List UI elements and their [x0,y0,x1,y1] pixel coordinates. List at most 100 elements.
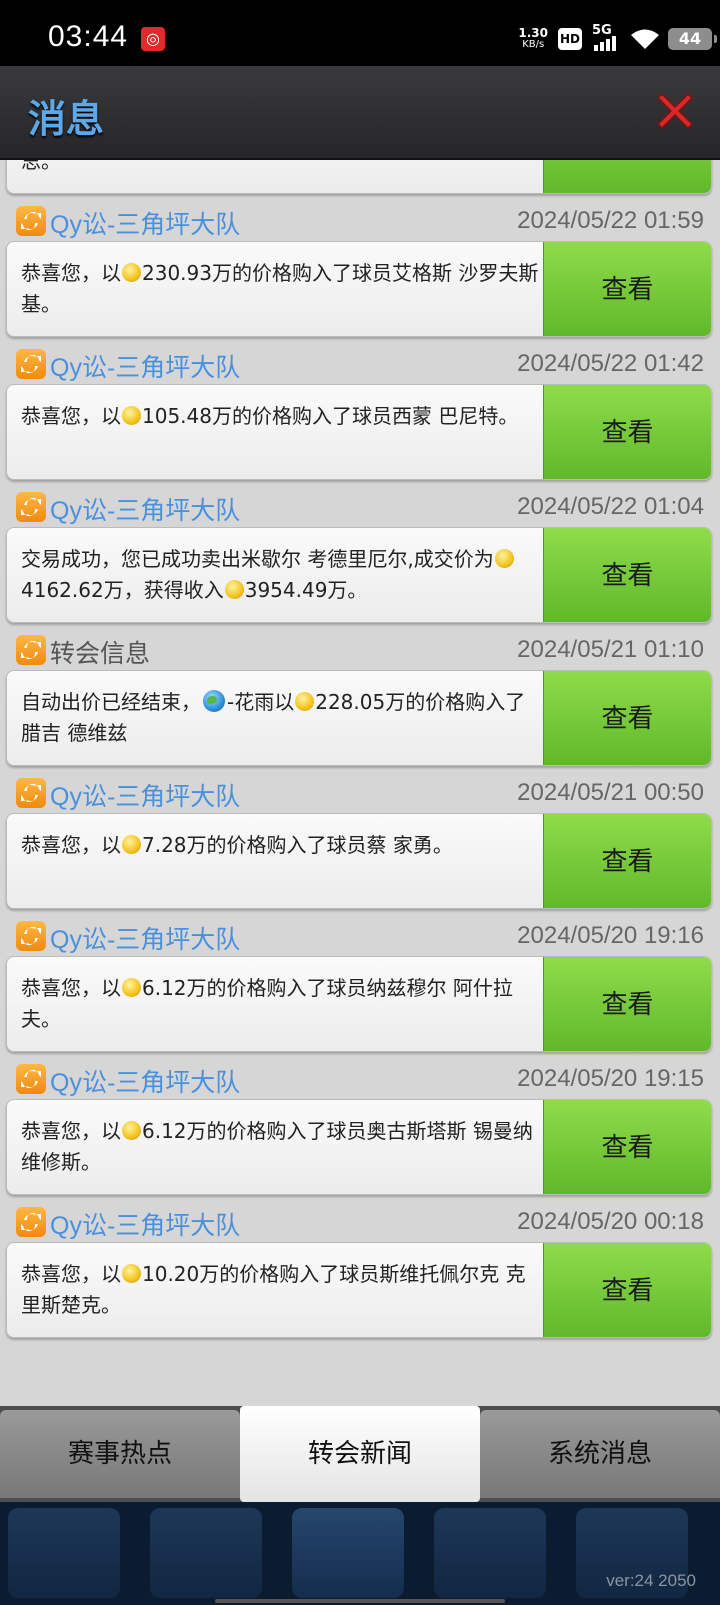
message-date: 2024/05/21 01:10 [517,636,704,663]
view-button[interactable]: 查看 [543,242,711,336]
message-entry: 恭喜您，以29.72万的价格购入了球员默文 福克斯沃思。查看 [0,160,720,203]
message-list[interactable]: 恭喜您，以29.72万的价格购入了球员默文 福克斯沃思。查看Qy讼-三角坪大队2… [0,160,720,1406]
message-text: 恭喜您，以 6.12万的价格购入了球员纳兹穆尔 阿什拉夫。 [21,973,539,1035]
message-sender[interactable]: Qy讼-三角坪大队 [50,491,240,527]
message-sender[interactable]: 转会信息 [50,634,150,670]
transfer-refresh-icon [16,492,46,522]
status-time: 03:44 [48,20,129,53]
message-card: 恭喜您，以29.72万的价格购入了球员默文 福克斯沃思。查看 [6,160,712,194]
message-date: 2024/05/20 19:15 [517,1065,704,1092]
view-button[interactable]: 查看 [543,814,711,908]
message-sender[interactable]: Qy讼-三角坪大队 [50,777,240,813]
message-text-segment: 恭喜您，以 [21,1119,121,1143]
title-bar: 消息 [0,66,720,160]
status-bar: 03:44 ◎ 1.30 KB/s HD 5G 44 [0,0,720,66]
message-date: 2024/05/20 19:16 [517,922,704,949]
transfer-refresh-icon [16,635,46,665]
message-text-segment: 3954.49万。 [244,578,368,602]
view-button[interactable]: 查看 [543,528,711,622]
status-indicators: 1.30 KB/s HD 5G 44 [518,23,717,54]
message-card: 恭喜您，以 10.20万的价格购入了球员斯维托佩尔克 克里斯楚克。 查看 [6,1242,712,1338]
message-sender[interactable]: Qy讼-三角坪大队 [50,920,240,956]
message-date: 2024/05/22 01:04 [517,493,704,520]
message-text-segment: 恭喜您，以 [21,1262,121,1286]
message-sender[interactable]: Qy讼-三角坪大队 [50,1063,240,1099]
message-text: 恭喜您，以 7.28万的价格购入了球员蔡 家勇。 [21,830,539,861]
message-sender[interactable]: Qy讼-三角坪大队 [50,1206,240,1242]
message-entry: Qy讼-三角坪大队 2024/05/22 01:42 恭喜您，以 105.48万的价格… [0,346,720,489]
message-card: 恭喜您，以 6.12万的价格购入了球员纳兹穆尔 阿什拉夫。 查看 [6,956,712,1052]
match-nav-icon[interactable] [434,1508,546,1598]
view-button[interactable]: 查看 [543,1100,711,1194]
message-text: 恭喜您，以 230.93万的价格购入了球员艾格斯 沙罗夫斯基。 [21,258,539,320]
transfer-refresh-icon [16,1064,46,1094]
coin-icon [122,835,141,854]
message-text-segment: 恭喜您，以 [21,833,121,857]
netease-music-icon: ◎ [141,27,165,51]
transfer-refresh-icon [16,778,46,808]
market-nav-icon[interactable] [150,1508,262,1598]
tab-bar: 赛事热点 转会新闻 系统消息 [0,1406,720,1502]
message-text: 交易成功，您已成功卖出米歇尔 考德里厄尔,成交价为 4162.62万，获得收入 39… [21,544,539,606]
message-date: 2024/05/20 00:18 [517,1208,704,1235]
tab-transfer-news[interactable]: 转会新闻 [240,1406,480,1502]
message-entry: Qy讼-三角坪大队 2024/05/20 19:15 恭喜您，以 6.12万的价格购入… [0,1061,720,1204]
tab-system-messages[interactable]: 系统消息 [480,1410,720,1498]
battery-icon: 44 [668,28,717,50]
network-speed: 1.30 KB/s [518,27,548,51]
view-button[interactable]: 查看 [543,671,711,765]
message-header: Qy讼-三角坪大队 2024/05/20 19:15 [6,1061,712,1097]
message-header: Qy讼-三角坪大队 2024/05/21 00:50 [6,775,712,811]
network-speed-value: 1.30 [518,26,548,40]
coin-icon [122,978,141,997]
message-entry: Qy讼-三角坪大队 2024/05/22 01:04 交易成功，您已成功卖出米歇尔 … [0,489,720,632]
coin-icon [122,1121,141,1140]
message-header: Qy讼-三角坪大队 2024/05/20 00:18 [6,1204,712,1240]
transfer-refresh-icon [16,206,46,236]
message-sender[interactable]: Qy讼-三角坪大队 [50,205,240,241]
message-text: 恭喜您，以 10.20万的价格购入了球员斯维托佩尔克 克里斯楚克。 [21,1259,539,1321]
message-card: 自动出价已经结束， -花雨以 228.05万的价格购入了腊吉 德维兹 查看 [6,670,712,766]
message-card: 恭喜您，以 105.48万的价格购入了球员西蒙 巴尼特。 查看 [6,384,712,480]
transfer-refresh-icon [16,921,46,951]
view-button[interactable]: 查看 [543,1243,711,1337]
message-header: Qy讼-三角坪大队 2024/05/20 19:16 [6,918,712,954]
view-button[interactable]: 查看 [543,160,711,193]
tab-hot-events[interactable]: 赛事热点 [0,1410,240,1498]
message-text-segment: 4162.62万，获得收入 [21,578,224,602]
coin-icon [224,580,244,599]
network-speed-unit: KB/s [522,39,545,50]
view-button[interactable]: 查看 [543,957,711,1051]
home-indicator[interactable] [215,1599,505,1603]
message-header: Qy讼-三角坪大队 2024/05/22 01:42 [6,346,712,382]
team-nav-icon[interactable] [292,1508,404,1598]
transfer-refresh-icon [16,349,46,379]
coin-icon [122,406,141,425]
close-icon[interactable] [652,88,698,134]
message-text: 自动出价已经结束， -花雨以 228.05万的价格购入了腊吉 德维兹 [21,687,539,749]
transfer-refresh-icon [16,1207,46,1237]
view-button[interactable]: 查看 [543,385,711,479]
message-card: 交易成功，您已成功卖出米歇尔 考德里厄尔,成交价为 4162.62万，获得收入 39… [6,527,712,623]
message-entry: Qy讼-三角坪大队 2024/05/22 01:59 恭喜您，以 230.93万的价格… [0,203,720,346]
message-text-segment: 恭喜您，以 [21,261,121,285]
message-entry: 转会信息 2024/05/21 01:10 自动出价已经结束， -花雨以 228.05万… [0,632,720,775]
message-header: Qy讼-三角坪大队 2024/05/22 01:59 [6,203,712,239]
coin-icon [122,263,141,282]
message-text: 恭喜您，以 6.12万的价格购入了球员奥古斯塔斯 锡曼纳维修斯。 [21,1116,539,1178]
home-nav-icon[interactable] [8,1508,120,1598]
coin-icon [295,692,315,711]
message-sender[interactable]: Qy讼-三角坪大队 [50,348,240,384]
wifi-icon [631,29,659,49]
signal-5g-icon: 5G [592,23,620,51]
message-text-segment: 自动出价已经结束， [21,690,201,714]
message-text: 恭喜您，以29.72万的价格购入了球员默文 福克斯沃思。 [21,160,539,177]
message-text-segment: 交易成功，您已成功卖出米歇尔 考德里厄尔,成交价为 [21,547,494,571]
version-label: ver:24 2050 [606,1571,696,1590]
message-entry: Qy讼-三角坪大队 2024/05/20 00:18 恭喜您，以 10.20万的价格购… [0,1204,720,1347]
message-date: 2024/05/22 01:42 [517,350,704,377]
message-card: 恭喜您，以 7.28万的价格购入了球员蔡 家勇。 查看 [6,813,712,909]
hd-icon: HD [558,28,582,50]
message-card: 恭喜您，以 6.12万的价格购入了球员奥古斯塔斯 锡曼纳维修斯。 查看 [6,1099,712,1195]
message-text-segment: 29.72万的价格购入了球员默文 福克斯沃思。 [21,160,61,173]
